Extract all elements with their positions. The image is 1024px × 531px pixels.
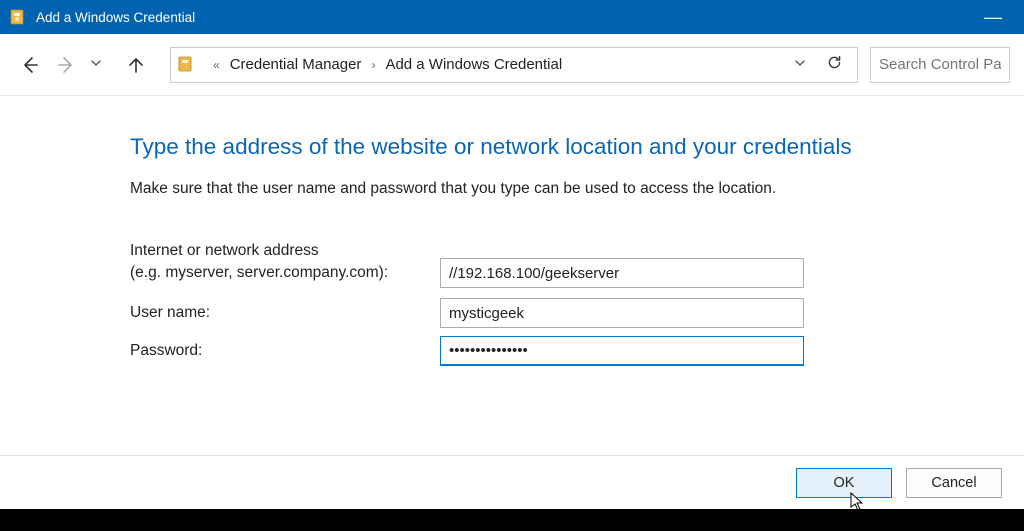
address-history-dropdown[interactable] — [782, 57, 818, 72]
password-row: Password: — [130, 336, 1024, 366]
page-heading: Type the address of the website or netwo… — [130, 134, 1024, 160]
back-button[interactable] — [14, 47, 46, 83]
forward-button[interactable] — [50, 47, 82, 83]
username-label: User name: — [130, 302, 440, 324]
address-row: Internet or network address (e.g. myserv… — [130, 240, 1024, 288]
breadcrumb-credential-manager[interactable]: Credential Manager — [230, 56, 362, 73]
chevron-down-icon — [794, 57, 806, 69]
cancel-button[interactable]: Cancel — [906, 468, 1002, 498]
refresh-icon — [826, 54, 843, 71]
arrow-up-icon — [126, 55, 146, 75]
password-label: Password: — [130, 340, 440, 362]
refresh-button[interactable] — [818, 54, 851, 76]
username-input[interactable] — [440, 298, 804, 328]
ok-button[interactable]: OK — [796, 468, 892, 498]
window-title: Add a Windows Credential — [36, 10, 974, 25]
arrow-left-icon — [20, 55, 40, 75]
address-label: Internet or network address (e.g. myserv… — [130, 240, 440, 284]
up-button[interactable] — [120, 47, 152, 83]
username-row: User name: — [130, 298, 1024, 328]
recent-locations-dropdown[interactable] — [86, 57, 106, 72]
chevron-down-icon — [90, 57, 102, 69]
breadcrumb-add-credential[interactable]: Add a Windows Credential — [385, 56, 562, 73]
bottom-strip — [0, 509, 1024, 531]
address-label-line1: Internet or network address — [130, 240, 440, 262]
address-label-line2: (e.g. myserver, server.company.com): — [130, 262, 440, 284]
titlebar: Add a Windows Credential — — [0, 0, 1024, 34]
location-icon — [177, 56, 195, 74]
content-area: Type the address of the website or netwo… — [0, 96, 1024, 366]
minimize-button[interactable]: — — [974, 7, 1012, 28]
address-bar[interactable]: « Credential Manager › Add a Windows Cre… — [170, 47, 858, 83]
bottom-bar: OK Cancel — [0, 455, 1024, 509]
arrow-right-icon — [56, 55, 76, 75]
search-input[interactable] — [879, 56, 1001, 73]
page-subtext: Make sure that the user name and passwor… — [130, 180, 1024, 198]
breadcrumb-separator: › — [371, 58, 375, 72]
password-input[interactable] — [440, 336, 804, 366]
toolbar: « Credential Manager › Add a Windows Cre… — [0, 34, 1024, 96]
search-box[interactable] — [870, 47, 1010, 83]
credential-manager-icon — [8, 8, 26, 26]
breadcrumb-overflow[interactable]: « — [213, 58, 220, 72]
address-input[interactable] — [440, 258, 804, 288]
